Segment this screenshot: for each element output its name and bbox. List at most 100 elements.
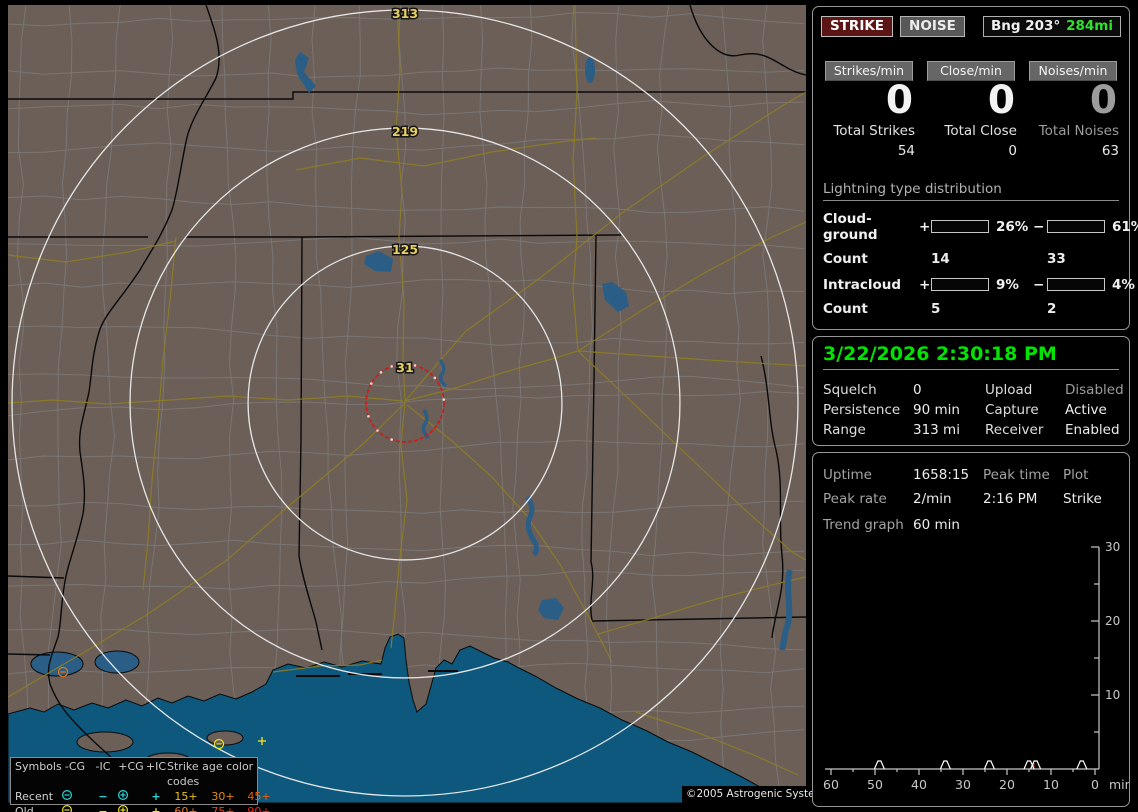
status-value: Enabled: [1065, 422, 1120, 438]
total-label: Total Strikes: [833, 122, 915, 139]
lightning-map[interactable]: 313 219 125 31 Symbols -CG -IC +CG +IC Strike ag…: [8, 5, 830, 812]
uptime-stats: Uptime 1658:15 Peak time Plot Peak rate …: [823, 463, 1129, 511]
type-label: Cloud-ground: [823, 210, 878, 243]
legend-age-header: Strike age color codes: [167, 760, 254, 788]
ring-dot: [390, 438, 393, 441]
status-value: 90 min: [913, 402, 960, 418]
plus-icon: +: [151, 790, 161, 803]
ring-dot: [433, 376, 437, 380]
circle-minus-icon: [61, 789, 73, 801]
ring-dot: [442, 398, 446, 401]
legend-col-header: +IC: [145, 760, 167, 773]
trend-graph: 10 20 30 60 50 40 30 20 10 0 min: [823, 541, 1129, 792]
legend-col-header: -IC: [95, 760, 111, 773]
bearing-range-value: 284mi: [1066, 18, 1113, 34]
datetime-display: 3/22/2026 2:30:18 PM: [823, 343, 1119, 370]
distribution-title: Lightning type distribution: [823, 181, 1119, 201]
bearing-value: Bng 203°: [991, 18, 1061, 34]
legend-age-value: 30+: [211, 790, 235, 803]
ring-distance-label: 219: [392, 124, 418, 139]
status-label: Receiver: [985, 422, 1044, 438]
status-value: 0: [913, 382, 922, 398]
peak-time-label: Peak time: [983, 467, 1050, 483]
svg-text:60: 60: [823, 777, 839, 792]
svg-text:40: 40: [911, 777, 927, 792]
lake: [30, 651, 84, 677]
ring-dot: [376, 429, 379, 432]
minus-icon: −: [98, 790, 108, 803]
plus-sign: +: [919, 276, 931, 293]
legend-row-label: Recent: [15, 790, 54, 803]
copyright: ©2005 Astrogenic Systems: [682, 786, 830, 803]
display-toggles: STRIKE NOISE Bng 203° 284mi: [821, 16, 1121, 37]
legend-age-value: 90+: [247, 805, 271, 812]
minus-sign: −: [1033, 276, 1045, 293]
legend-col-header: +CG: [118, 760, 144, 773]
negative-pct: 61%: [1112, 218, 1138, 235]
legend-age-value: 75+: [211, 805, 235, 812]
minus-sign: −: [1033, 218, 1045, 235]
status-label: Squelch: [823, 382, 877, 398]
total-label: Total Noises: [1038, 122, 1119, 139]
counter-close-min: Close/min 0 Total Close 0: [923, 61, 1019, 159]
positive-bar: [931, 278, 989, 292]
plot-value: Strike: [1063, 491, 1102, 507]
rate-counters: Strikes/min 0 Total Strikes 54 Close/min 0 Tot…: [821, 61, 1121, 159]
plus-sign: +: [919, 218, 931, 235]
svg-text:10: 10: [1105, 688, 1120, 702]
map-canvas[interactable]: 313 219 125 31: [8, 5, 806, 803]
rate-value: 0: [1089, 78, 1117, 123]
circle-plus-icon: [118, 805, 128, 812]
svg-text:30: 30: [1105, 541, 1120, 554]
positive-pct: 9%: [996, 276, 1019, 293]
legend-row-label: Old: [15, 805, 34, 812]
total-value: 0: [1008, 142, 1017, 159]
strike-toggle-button[interactable]: STRIKE: [821, 16, 894, 37]
total-value: 54: [897, 142, 915, 159]
counters-box: STRIKE NOISE Bng 203° 284mi Strikes/min 0…: [812, 6, 1138, 330]
ring-dot: [413, 364, 417, 367]
status-label: Capture: [985, 402, 1039, 418]
svg-text:0: 0: [1091, 777, 1099, 792]
marsh-island: [76, 731, 134, 753]
ring-dot: [369, 382, 373, 385]
status-value: 313 mi: [913, 422, 960, 438]
plot-label: Plot: [1063, 467, 1089, 483]
status-value: Disabled: [1065, 382, 1124, 398]
distribution-row: Intracloud +9% − 4%: [823, 276, 1135, 293]
plus-icon: +: [151, 805, 161, 812]
rate-value: 0: [987, 78, 1015, 123]
positive-pct: 26%: [996, 218, 1029, 235]
negative-pct: 4%: [1112, 276, 1135, 293]
peak-rate-value: 2/min: [913, 491, 952, 507]
ring-distance-label: 125: [392, 242, 418, 257]
ring-dot: [379, 371, 383, 374]
counter-strikes-min: Strikes/min 0 Total Strikes 54: [821, 61, 917, 159]
trend-label: Trend graph: [823, 517, 904, 533]
ring-distance-label: 313: [392, 6, 418, 21]
trend-value: 60 min: [913, 517, 960, 533]
status-panel: STRIKE NOISE Bng 203° 284mi Strikes/min 0…: [810, 0, 1138, 812]
svg-text:min: min: [1109, 777, 1129, 792]
svg-text:10: 10: [1043, 777, 1059, 792]
marsh-island: [206, 730, 244, 746]
legend-age-value: 15+: [174, 790, 198, 803]
stats-box: Uptime 1658:15 Peak time Plot Peak rate …: [812, 452, 1130, 807]
lightning-distribution: Lightning type distribution Cloud-ground…: [823, 181, 1138, 317]
trend-graph-setting: Trend graph 60 min: [823, 517, 1129, 533]
minus-icon: −: [98, 805, 108, 812]
legend-col-header: -CG: [64, 760, 86, 773]
count-row: Count 5 2: [823, 301, 1119, 317]
count-row: Count 14 33: [823, 251, 1119, 267]
circle-plus-icon: [117, 789, 129, 801]
positive-bar: [931, 220, 989, 234]
svg-text:50: 50: [867, 777, 883, 792]
distribution-row: Cloud-ground +26%− 61%: [823, 210, 1138, 243]
negative-count: 33: [1047, 250, 1066, 267]
legend-age-value: 45+: [247, 790, 271, 803]
count-label: Count: [823, 300, 868, 317]
total-label: Total Close: [944, 122, 1017, 139]
total-value: 63: [1101, 142, 1119, 159]
nexstorm-window: 313 219 125 31 Symbols -CG -IC +CG +IC Strike ag…: [0, 0, 1138, 812]
noise-toggle-button[interactable]: NOISE: [900, 16, 965, 37]
